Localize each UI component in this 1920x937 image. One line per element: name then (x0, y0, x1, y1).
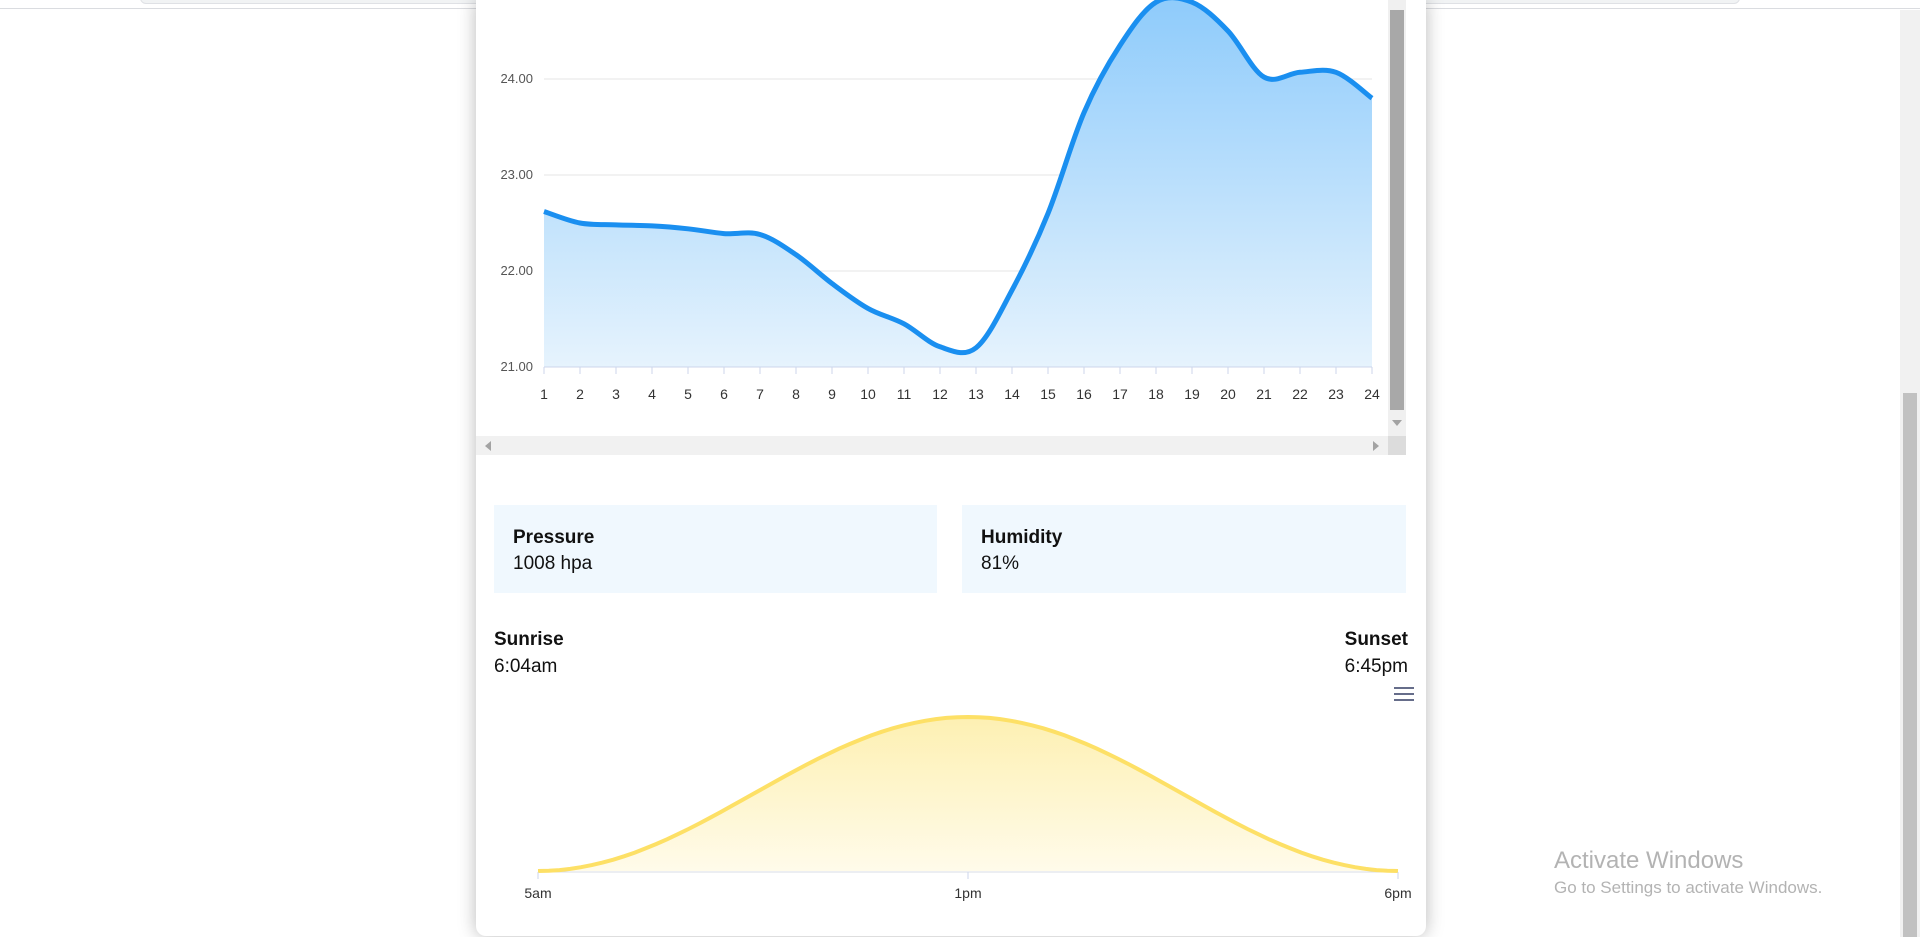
x-tick-label: 8 (792, 386, 800, 402)
x-tick-label: 14 (1004, 386, 1020, 402)
page-vertical-scrollbar[interactable] (1900, 10, 1920, 937)
activate-windows-watermark: Activate Windows Go to Settings to activ… (1554, 846, 1822, 900)
weather-card: 21.00 22.00 23.00 24.00 1 2 3 4 5 6 7 8 9 10 11 12 13 14… (476, 0, 1426, 936)
x-tick-label: 3 (612, 386, 620, 402)
sun-x-tick-label: 6pm (1384, 885, 1411, 901)
pressure-value: 1008 hpa (513, 553, 593, 574)
pressure-box: Pressure 1008 hpa (494, 505, 937, 593)
x-tick-label: 4 (648, 386, 656, 402)
x-tick-label: 7 (756, 386, 764, 402)
temperature-chart: 21.0022.0023.0024.00 1 2 3 4 5 6 7 8 9 10 11 12 13 14… (500, 0, 1380, 402)
scroll-down-arrow-icon[interactable] (1392, 420, 1402, 426)
sun-x-tick-label: 5am (524, 885, 551, 901)
x-tick-label: 13 (968, 386, 984, 402)
x-tick-label: 21 (1256, 386, 1272, 402)
x-tick-label: 17 (1112, 386, 1128, 402)
x-tick-label: 10 (860, 386, 876, 402)
y-tick-label: 21.00 (500, 359, 533, 374)
x-tick-label: 22 (1292, 386, 1308, 402)
sun-x-tick-label: 1pm (954, 885, 981, 901)
sunrise-value: 6:04am (494, 656, 558, 677)
x-tick-label: 24 (1364, 386, 1380, 402)
x-tick-label: 19 (1184, 386, 1200, 402)
chart-horizontal-scrollbar[interactable] (476, 436, 1406, 455)
x-tick-label: 11 (897, 386, 912, 402)
page-vertical-scroll-thumb[interactable] (1903, 393, 1917, 937)
humidity-value: 81% (981, 553, 1020, 574)
pressure-label: Pressure (513, 527, 595, 548)
activate-windows-subtitle: Go to Settings to activate Windows. (1554, 878, 1823, 897)
x-tick-label: 9 (828, 386, 836, 402)
y-tick-label: 22.00 (500, 263, 533, 278)
temperature-chart-scroll-area[interactable]: 21.00 22.00 23.00 24.00 1 2 3 4 5 6 7 8 9 10 11 12 13 14… (476, 0, 1406, 455)
y-tick-label: 24.00 (500, 71, 533, 86)
x-tick-label: 6 (720, 386, 728, 402)
x-tick-label: 15 (1040, 386, 1056, 402)
sunset-label: Sunset (1344, 629, 1408, 650)
scrollbar-corner (1388, 436, 1406, 455)
scroll-right-arrow-icon[interactable] (1373, 441, 1379, 451)
x-tick-label: 5 (684, 386, 692, 402)
y-tick-label: 23.00 (500, 167, 533, 182)
x-tick-label: 18 (1148, 386, 1164, 402)
humidity-label: Humidity (981, 527, 1063, 548)
x-tick-label: 20 (1220, 386, 1236, 402)
sunset-value: 6:45pm (1344, 656, 1408, 677)
x-tick-label: 1 (540, 386, 548, 402)
humidity-box: Humidity 81% (962, 505, 1406, 593)
chart-vertical-scrollbar[interactable] (1388, 0, 1406, 436)
chart-vertical-scroll-thumb[interactable] (1390, 10, 1404, 410)
sun-area (538, 717, 1398, 871)
sunrise-label: Sunrise (494, 629, 564, 650)
activate-windows-title: Activate Windows (1554, 847, 1744, 874)
x-tick-label: 16 (1076, 386, 1092, 402)
x-tick-label: 12 (932, 386, 948, 402)
sun-chart: 5am 1pm 6pm (524, 714, 1412, 901)
x-tick-label: 2 (576, 386, 584, 402)
x-tick-label: 23 (1328, 386, 1344, 402)
scroll-left-arrow-icon[interactable] (485, 441, 491, 451)
